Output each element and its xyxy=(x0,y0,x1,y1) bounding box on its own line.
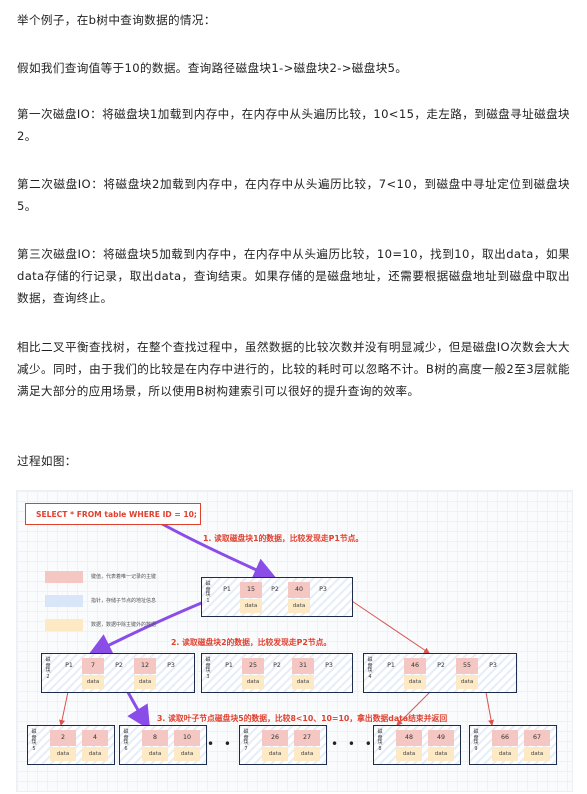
key-cell: 67 xyxy=(524,730,550,746)
data-cell: data xyxy=(242,675,264,689)
block-label: 磁盘块1 xyxy=(205,581,211,604)
block-label: 磁盘块7 xyxy=(243,729,249,752)
data-cell: data xyxy=(292,675,314,689)
data-cell: data xyxy=(174,747,200,761)
pointer-p2: P2 xyxy=(271,586,279,593)
block-label: 磁盘块3 xyxy=(205,657,211,680)
btree-diagram: SELECT * FROM table WHERE ID = 10; 键值，代表… xyxy=(16,490,573,792)
key-cell: 31 xyxy=(292,658,314,674)
pointer-p3: P3 xyxy=(319,586,327,593)
data-cell: data xyxy=(288,599,310,613)
leaf-node-block9: 磁盘块9 66 67 data data xyxy=(469,725,557,765)
pointer-p3: P3 xyxy=(167,662,175,669)
key-cell: 2 xyxy=(50,730,76,746)
key-cell: 46 xyxy=(404,658,426,674)
key-cell: 49 xyxy=(428,730,454,746)
pointer-p1: P1 xyxy=(223,586,231,593)
data-cell: data xyxy=(428,747,454,761)
key-cell: 27 xyxy=(294,730,320,746)
data-cell: data xyxy=(396,747,422,761)
pointer-p2: P2 xyxy=(437,662,445,669)
block-label: 磁盘块2 xyxy=(45,657,51,680)
root-node-block1: 磁盘块1 P1 15 P2 40 P3 data data xyxy=(201,577,353,617)
sql-query-box: SELECT * FROM table WHERE ID = 10; xyxy=(25,503,201,525)
key-cell: 55 xyxy=(456,658,478,674)
block-label: 磁盘块8 xyxy=(377,729,383,752)
step1-arrow xyxy=(156,519,278,581)
leaf-node-block5: 磁盘块5 2 4 data data xyxy=(27,725,115,765)
key-cell: 66 xyxy=(492,730,518,746)
legend-pointer-label: 指针，存储子节点的地址信息 xyxy=(91,598,157,604)
data-cell: data xyxy=(524,747,550,761)
step-3-note: 3. 读取叶子节点磁盘块5的数据，比较8<10、10=10，拿出数据data结束… xyxy=(157,714,448,723)
legend-key-swatch xyxy=(45,571,83,583)
block-label: 磁盘块9 xyxy=(473,729,479,752)
leaf-node-block6: 磁盘块6 8 10 data data xyxy=(119,725,207,765)
internal-node-block4: 磁盘块4 P1 46 P2 55 P3 data data xyxy=(363,653,517,693)
data-cell: data xyxy=(134,675,156,689)
ellipsis: • • • xyxy=(331,737,375,751)
key-cell: 48 xyxy=(396,730,422,746)
key-cell: 40 xyxy=(288,582,310,598)
pointer-p3: P3 xyxy=(489,662,497,669)
key-cell: 8 xyxy=(142,730,168,746)
article: 举个例子，在b树中查询数据的情况： 假如我们查询值等于10的数据。查询路径磁盘块… xyxy=(0,0,587,794)
data-cell: data xyxy=(240,599,262,613)
pointer-p2: P2 xyxy=(115,662,123,669)
second-io-paragraph: 第二次磁盘IO：将磁盘块2加载到内存中，在内存中从头遍历比较，7<10，到磁盘中… xyxy=(17,177,570,213)
key-cell: 12 xyxy=(134,658,156,674)
pointer-p1: P1 xyxy=(65,662,73,669)
legend-data-swatch xyxy=(45,619,83,631)
figure-caption: 过程如图： xyxy=(17,454,77,468)
key-cell: 7 xyxy=(82,658,104,674)
block-label: 磁盘块4 xyxy=(367,657,373,680)
data-cell: data xyxy=(404,675,426,689)
key-cell: 4 xyxy=(82,730,108,746)
legend-pointer-swatch xyxy=(45,595,83,607)
data-cell: data xyxy=(262,747,288,761)
leaf-node-block7: 磁盘块7 26 27 data data xyxy=(239,725,327,765)
leaf-node-block8: 磁盘块8 48 49 data data xyxy=(373,725,461,765)
data-cell: data xyxy=(456,675,478,689)
third-io-paragraph: 第三次磁盘IO：将磁盘块5加载到内存中，在内存中从头遍历比较，10=10，找到1… xyxy=(17,247,570,305)
legend-data-label: 数据，数据中除主键外的数据 xyxy=(91,622,157,628)
data-cell: data xyxy=(492,747,518,761)
internal-node-block3: 磁盘块3 P1 25 P2 31 P3 data data xyxy=(201,653,353,693)
key-cell: 15 xyxy=(240,582,262,598)
key-cell: 10 xyxy=(174,730,200,746)
pointer-p1: P1 xyxy=(387,662,395,669)
block-label: 磁盘块6 xyxy=(123,729,129,752)
comparison-paragraph: 相比二叉平衡查找树，在整个查找过程中，虽然数据的比较次数并没有明显减少，但是磁盘… xyxy=(17,340,570,398)
data-cell: data xyxy=(82,747,108,761)
pointer-p2: P2 xyxy=(273,662,281,669)
key-cell: 25 xyxy=(242,658,264,674)
pointer-p1: P1 xyxy=(225,662,233,669)
step-1-note: 1. 读取磁盘块1的数据，比较发现走P1节点。 xyxy=(203,534,364,543)
data-cell: data xyxy=(82,675,104,689)
block-label: 磁盘块5 xyxy=(31,729,37,752)
data-cell: data xyxy=(50,747,76,761)
query-path-paragraph: 假如我们查询值等于10的数据。查询路径磁盘块1->磁盘块2->磁盘块5。 xyxy=(17,61,408,75)
step-2-note: 2. 读取磁盘块2的数据，比较发现走P2节点。 xyxy=(171,638,332,647)
pointer-p3: P3 xyxy=(325,662,333,669)
intro-paragraph: 举个例子，在b树中查询数据的情况： xyxy=(17,13,216,27)
legend-key-label: 键值，代表着唯一记录的主键 xyxy=(91,574,157,580)
data-cell: data xyxy=(294,747,320,761)
data-cell: data xyxy=(142,747,168,761)
internal-node-block2: 磁盘块2 P1 7 P2 12 P3 data data xyxy=(41,653,195,693)
key-cell: 26 xyxy=(262,730,288,746)
first-io-paragraph: 第一次磁盘IO：将磁盘块1加载到内存中，在内存中从头遍历比较，10<15，走左路… xyxy=(17,107,570,143)
